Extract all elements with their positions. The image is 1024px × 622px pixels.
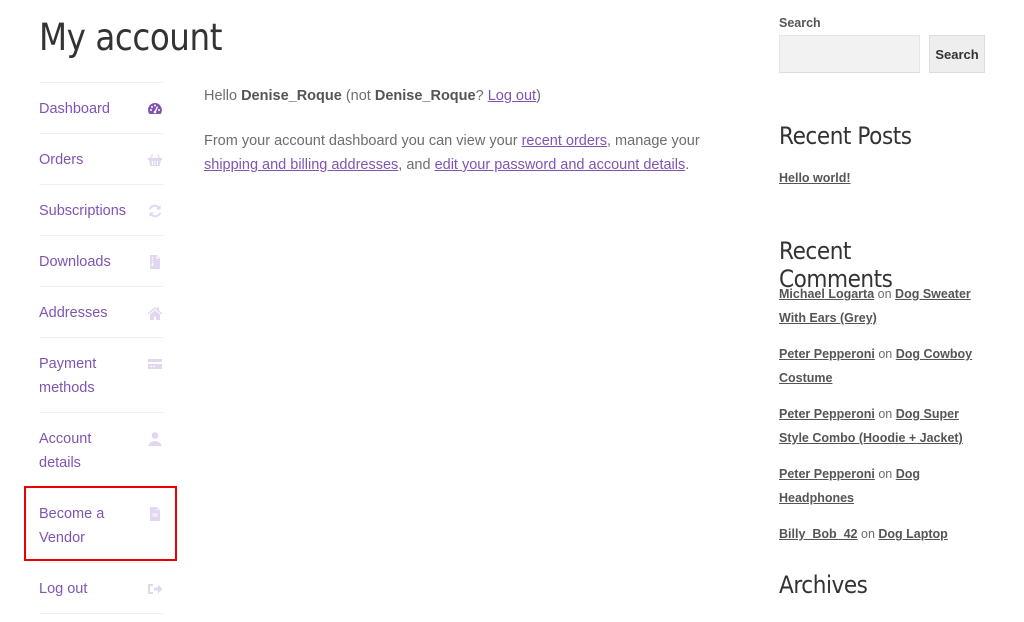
dashboard-gauge-icon [146, 100, 164, 118]
file-download-icon [146, 253, 164, 271]
credit-card-icon [146, 355, 164, 373]
addresses-link[interactable]: shipping and billing addresses [204, 157, 398, 173]
nav-item-addresses[interactable]: Addresses [39, 287, 164, 338]
comment-author-link[interactable]: Michael Logarta [779, 287, 874, 301]
nav-item-dashboard[interactable]: Dashboard [39, 83, 164, 134]
nav-item-label: Payment methods [39, 356, 97, 396]
intro-text: . [685, 157, 690, 173]
logout-link[interactable]: Log out [488, 88, 536, 104]
comment-post-link[interactable]: Dog Laptop [878, 527, 947, 541]
close-paren: ) [536, 88, 541, 104]
nav-item-downloads[interactable]: Downloads [39, 236, 164, 287]
recent-orders-link[interactable]: recent orders [522, 133, 607, 149]
nav-item-payment-methods[interactable]: Payment methods [39, 338, 164, 413]
nav-item-subscriptions[interactable]: Subscriptions [39, 185, 164, 236]
comment-item: Billy_Bob_42 on Dog Laptop [779, 522, 991, 546]
account-details-link[interactable]: edit your password and account details [435, 157, 686, 173]
nav-item-label: Dashboard [39, 101, 110, 117]
greeting-prefix: Hello [204, 88, 242, 104]
page-title: My account [39, 16, 223, 59]
comment-connector: on [878, 467, 893, 481]
comment-item: Peter Pepperoni on Dog Headphones [779, 462, 991, 510]
search-input[interactable] [779, 35, 920, 73]
comment-connector: on [861, 527, 875, 541]
comment-author-link[interactable]: Peter Pepperoni [779, 407, 875, 421]
comment-connector: on [877, 287, 892, 301]
refresh-icon [146, 202, 164, 220]
comment-connector: on [878, 347, 893, 361]
basket-icon [146, 151, 164, 169]
comment-item: Michael Logarta on Dog Sweater With Ears… [779, 282, 991, 330]
not-prefix: (not [341, 88, 375, 104]
search-label: Search [779, 16, 821, 30]
comment-item: Peter Pepperoni on Dog Super Style Combo… [779, 402, 991, 450]
nav-item-orders[interactable]: Orders [39, 134, 164, 185]
comment-connector: on [878, 407, 893, 421]
question-mark: ? [475, 88, 488, 104]
greeting-text: Hello Denise_Roque (not Denise_Roque? Lo… [204, 84, 744, 108]
intro-text: From your account dashboard you can view… [204, 133, 522, 149]
search-button[interactable]: Search [929, 35, 985, 73]
sign-out-icon [146, 580, 164, 598]
dashboard-intro-text: From your account dashboard you can view… [204, 129, 744, 177]
user-icon [146, 430, 164, 448]
intro-text: , and [398, 157, 435, 173]
archives-title: Archives [779, 571, 868, 599]
comment-author-link[interactable]: Peter Pepperoni [779, 347, 875, 361]
recent-posts-list: Hello world! [779, 170, 851, 186]
recent-post-link[interactable]: Hello world! [779, 171, 851, 185]
comment-author-link[interactable]: Peter Pepperoni [779, 467, 875, 481]
nav-item-label: Log out [39, 581, 88, 597]
home-icon [146, 304, 164, 322]
nav-item-label: Addresses [39, 305, 108, 321]
account-dashboard-content: Hello Denise_Roque (not Denise_Roque? Lo… [204, 84, 744, 198]
username: Denise_Roque [241, 88, 342, 104]
comment-author-link[interactable]: Billy_Bob_42 [779, 527, 858, 541]
highlight-annotation-box [24, 486, 177, 561]
nav-item-label: Orders [39, 152, 84, 168]
nav-item-label: Account details [39, 431, 92, 471]
nav-item-label: Subscriptions [39, 203, 127, 219]
nav-item-account-details[interactable]: Account details [39, 413, 164, 488]
intro-text: , manage your [607, 133, 700, 149]
nav-item-log-out[interactable]: Log out [39, 563, 164, 614]
username-repeat: Denise_Roque [374, 88, 476, 104]
recent-posts-title: Recent Posts [779, 122, 912, 150]
comment-item: Peter Pepperoni on Dog Cowboy Costume [779, 342, 991, 390]
recent-comments-list: Michael Logarta on Dog Sweater With Ears… [779, 282, 991, 558]
nav-item-label: Downloads [39, 254, 111, 270]
